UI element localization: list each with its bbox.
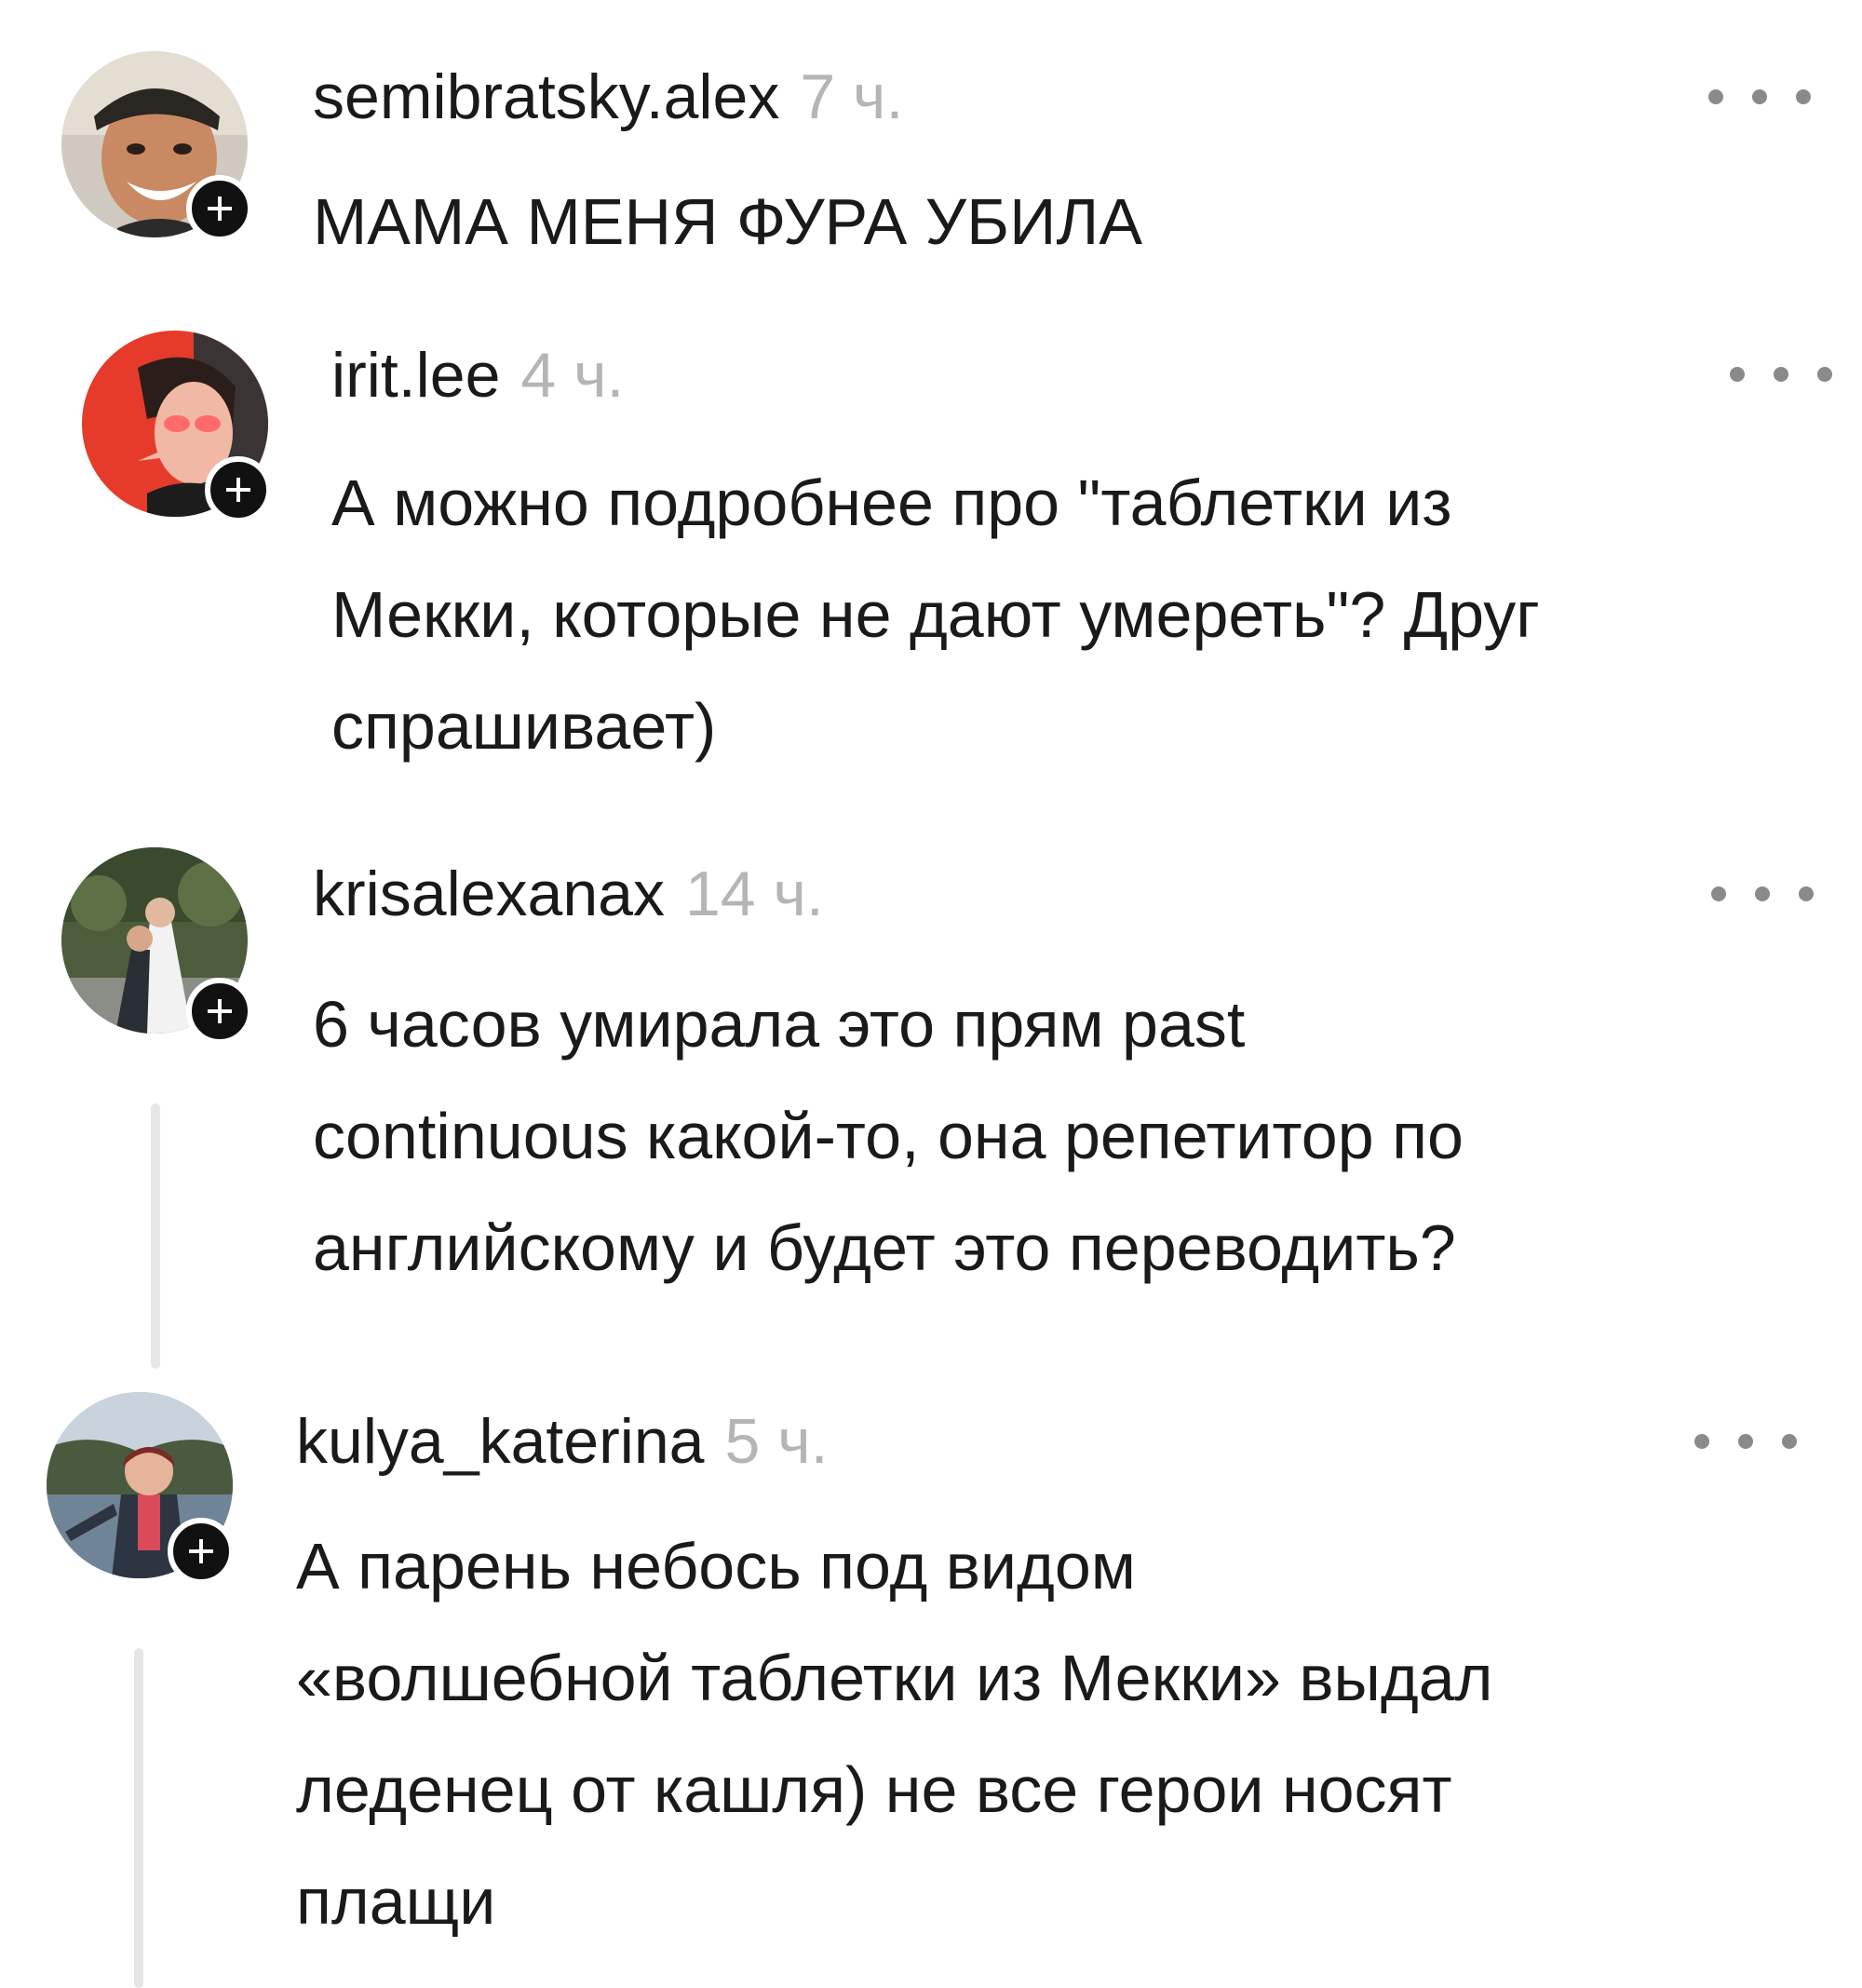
more-dot	[1782, 1434, 1797, 1449]
comment-item: kulya_katerina 5 ч. А парень небось под в…	[0, 0, 1862, 1988]
username-text[interactable]: kulya_katerina	[296, 1406, 704, 1477]
follow-button[interactable]	[168, 1518, 235, 1585]
comment-timestamp: 5 ч.	[724, 1406, 829, 1477]
comment-text-line: леденец от кашля) не все герои носят	[296, 1753, 1452, 1826]
comment-text: А парень небось под видом «волшебной таб…	[296, 1510, 1492, 1957]
more-options-button[interactable]	[1694, 1413, 1797, 1469]
more-dot	[1738, 1434, 1753, 1449]
plus-icon	[189, 1539, 213, 1563]
comment-text-line: «волшебной таблетки из Мекки» выдал	[296, 1642, 1493, 1714]
reply-thread-line	[134, 1648, 143, 1988]
comment-text-line: А парень небось под видом	[296, 1530, 1136, 1603]
comment-username[interactable]: kulya_katerina 5 ч.	[296, 1404, 829, 1479]
comment-text-line: плащи	[296, 1865, 496, 1938]
more-dot	[1694, 1434, 1709, 1449]
